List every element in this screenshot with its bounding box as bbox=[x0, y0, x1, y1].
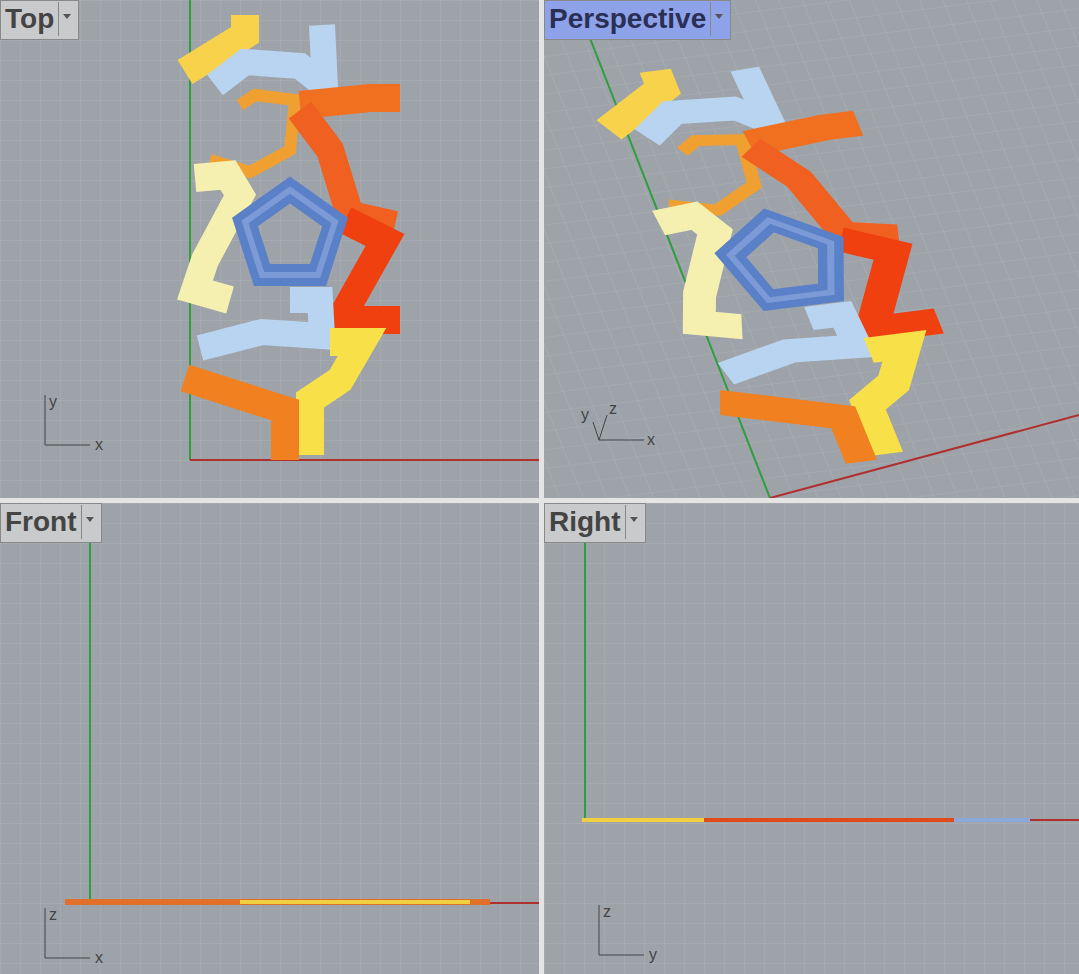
axis-icon: zx bbox=[45, 906, 103, 966]
svg-text:x: x bbox=[647, 431, 655, 448]
viewport-layout: yxTopyzxPerspectivezxFrontzyRight bbox=[0, 0, 1079, 974]
viewport-canvas[interactable]: y z x bbox=[544, 0, 1079, 498]
axis-icon: zy bbox=[599, 903, 657, 963]
viewport-canvas[interactable]: zy bbox=[544, 503, 1079, 974]
dropdown-arrow-icon[interactable] bbox=[81, 505, 97, 539]
svg-text:z: z bbox=[603, 903, 611, 920]
model[interactable] bbox=[185, 15, 400, 460]
model-edge[interactable] bbox=[582, 818, 1030, 822]
viewport-canvas[interactable]: zx bbox=[0, 503, 539, 974]
model[interactable] bbox=[588, 49, 989, 475]
axis-icon: y z x bbox=[581, 400, 655, 448]
viewport-tab[interactable]: Front bbox=[0, 503, 102, 543]
svg-text:x: x bbox=[95, 949, 103, 966]
svg-text:x: x bbox=[95, 436, 103, 453]
viewport-tab[interactable]: Perspective bbox=[544, 0, 731, 40]
viewport[interactable]: y z x Perspective bbox=[544, 0, 1079, 498]
grid bbox=[544, 0, 1079, 498]
viewport[interactable]: zxFront bbox=[0, 503, 539, 974]
viewport[interactable]: yxTop bbox=[0, 0, 539, 498]
viewport-tab[interactable]: Top bbox=[0, 0, 79, 40]
svg-text:y: y bbox=[649, 946, 657, 963]
viewport-label: Perspective bbox=[549, 1, 706, 37]
viewport-canvas[interactable]: yx bbox=[0, 0, 539, 498]
viewport-tab[interactable]: Right bbox=[544, 503, 646, 543]
grid bbox=[0, 503, 539, 974]
dropdown-arrow-icon[interactable] bbox=[58, 2, 74, 36]
svg-text:y: y bbox=[49, 393, 57, 410]
svg-text:z: z bbox=[609, 400, 617, 417]
grid bbox=[0, 0, 539, 498]
viewport-label: Top bbox=[5, 1, 54, 37]
axis-icon: yx bbox=[45, 393, 103, 453]
grid bbox=[544, 503, 1079, 974]
dropdown-arrow-icon[interactable] bbox=[710, 2, 726, 36]
model-edge[interactable] bbox=[65, 899, 490, 905]
svg-text:z: z bbox=[49, 906, 57, 923]
viewport[interactable]: zyRight bbox=[544, 503, 1079, 974]
dropdown-arrow-icon[interactable] bbox=[625, 505, 641, 539]
svg-text:y: y bbox=[581, 406, 589, 423]
viewport-label: Right bbox=[549, 504, 621, 540]
viewport-label: Front bbox=[5, 504, 77, 540]
